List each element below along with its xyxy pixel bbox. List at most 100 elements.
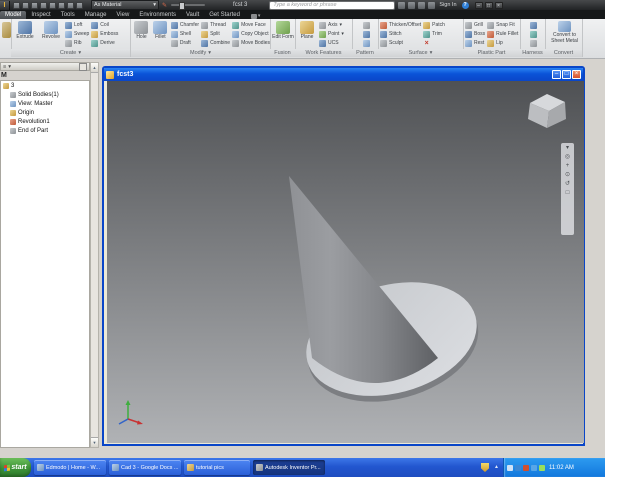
3d-viewport[interactable]: ▾ ◎ + ⊙ ↺ □	[107, 81, 584, 443]
snap-fit-button[interactable]: Snap Fit	[487, 21, 518, 29]
edit-form-button[interactable]: Edit Form	[272, 20, 294, 41]
tree-item-end-of-part[interactable]: End of Part	[1, 126, 89, 135]
print-icon[interactable]	[58, 2, 65, 9]
harness-route-button[interactable]	[530, 21, 537, 29]
help-icon[interactable]: ?	[462, 2, 469, 9]
steering-wheel-icon[interactable]: ◎	[565, 154, 570, 160]
scroll-up-icon[interactable]: ▲	[91, 63, 98, 73]
lip-button[interactable]: Lip	[487, 39, 518, 47]
undo-icon[interactable]	[40, 2, 47, 9]
boss-button[interactable]: Boss	[465, 30, 485, 38]
tab-inspect[interactable]: Inspect	[26, 11, 55, 19]
tab-tools[interactable]: Tools	[56, 11, 80, 19]
move-face-button[interactable]: Move Face	[232, 21, 270, 29]
rib-button[interactable]: Rib	[65, 39, 89, 47]
move-bodies-button[interactable]: Move Bodies	[232, 39, 270, 47]
combine-button[interactable]: Combine	[201, 39, 230, 47]
surface-panel-label[interactable]: Surface▾	[378, 49, 463, 57]
scroll-down-icon[interactable]: ▼	[91, 437, 98, 447]
tray-alert-icon[interactable]	[523, 465, 529, 471]
trim-button[interactable]: Trim	[423, 30, 445, 38]
redo-icon[interactable]	[49, 2, 56, 9]
slider-knob[interactable]	[179, 2, 185, 10]
circular-pattern-button[interactable]	[363, 30, 370, 38]
tray-network-icon[interactable]	[515, 465, 521, 471]
revolve-button[interactable]: Revolve	[39, 20, 63, 41]
doc-minimize-button[interactable]: –	[552, 70, 561, 79]
copy-object-button[interactable]: Copy Object	[232, 30, 270, 38]
sign-in-link[interactable]: Sign In	[439, 2, 456, 8]
tree-item-view-master[interactable]: View: Master	[1, 99, 89, 108]
thread-button[interactable]: Thread	[201, 21, 230, 29]
tray-antivirus-icon[interactable]	[539, 465, 545, 471]
patch-button[interactable]: Patch	[423, 21, 445, 29]
orbit-icon[interactable]: ↺	[565, 181, 570, 187]
search-input[interactable]	[269, 1, 395, 10]
viewcube[interactable]	[520, 89, 572, 135]
sketch-icon[interactable]	[2, 22, 11, 38]
axis-button[interactable]: Axis▾	[319, 21, 344, 29]
create-panel-label[interactable]: Create▾	[11, 49, 130, 57]
look-at-icon[interactable]: □	[566, 190, 570, 196]
save-icon[interactable]	[31, 2, 38, 9]
user-icon[interactable]	[428, 2, 435, 9]
fillet-button[interactable]: Fillet	[152, 20, 169, 41]
tree-item-solid-bodies[interactable]: Solid Bodies(1)	[1, 90, 89, 99]
stitch-button[interactable]: Stitch	[380, 30, 421, 38]
convert-to-sheet-metal-button[interactable]: Convert to Sheet Metal	[547, 20, 583, 44]
loft-button[interactable]: Loft	[65, 21, 89, 29]
appearance-slider[interactable]	[171, 4, 205, 6]
plane-button[interactable]: Plane	[297, 20, 317, 41]
tab-manage[interactable]: Manage	[80, 11, 112, 19]
tab-model[interactable]: Model	[0, 11, 26, 19]
tree-item-revolution1[interactable]: Revolution1	[1, 117, 89, 126]
chevron-down-icon[interactable]: ▾	[8, 64, 11, 70]
derive-button[interactable]: Derive	[91, 39, 118, 47]
doc-close-button[interactable]: ×	[572, 70, 581, 79]
delete-face-button[interactable]: ×	[423, 39, 445, 47]
harness-wire-button[interactable]	[530, 39, 537, 47]
close-button[interactable]: ×	[495, 2, 503, 9]
browser-scrollbar[interactable]: ▲ ▼	[90, 62, 99, 448]
new-icon[interactable]	[13, 2, 20, 9]
minimize-button[interactable]: –	[475, 2, 483, 9]
rule-fillet-button[interactable]: Rule Fillet	[487, 30, 518, 38]
taskbar-button-tutorial-pics[interactable]: tutorial pics	[184, 460, 250, 475]
taskbar-button-google-docs[interactable]: Cad 3 - Google Docs ...	[109, 460, 181, 475]
tree-item-origin[interactable]: Origin	[1, 108, 89, 117]
update-icon[interactable]	[67, 2, 74, 9]
tray-volume-icon[interactable]	[507, 465, 513, 471]
tray-expand-icon[interactable]: ▲	[494, 464, 499, 470]
appearance-pen-icon[interactable]: ✎	[162, 2, 167, 9]
zoom-icon[interactable]: ⊙	[565, 172, 570, 178]
document-titlebar[interactable]: fcst3 – □ ×	[104, 68, 583, 81]
taskbar-button-inventor[interactable]: Autodesk Inventor Pr...	[253, 460, 325, 475]
maximize-button[interactable]: □	[485, 2, 493, 9]
chamfer-button[interactable]: Chamfer	[171, 21, 199, 29]
coil-button[interactable]: Coil	[91, 21, 118, 29]
rest-button[interactable]: Rest	[465, 39, 485, 47]
mirror-button[interactable]	[363, 39, 370, 47]
select-icon[interactable]	[76, 2, 83, 9]
point-button[interactable]: Point▾	[319, 30, 344, 38]
pin-icon[interactable]	[79, 63, 87, 71]
pan-icon[interactable]: +	[566, 163, 570, 169]
tree-root[interactable]: 3	[1, 81, 89, 90]
ucs-button[interactable]: UCS	[319, 39, 344, 47]
material-dropdown[interactable]: As Material ▾	[91, 0, 159, 10]
search-options-icon[interactable]	[398, 2, 405, 9]
sculpt-button[interactable]: Sculpt	[380, 39, 421, 47]
tray-app-icon[interactable]	[531, 465, 537, 471]
security-shield-icon[interactable]	[481, 463, 489, 472]
draft-button[interactable]: Draft	[171, 39, 199, 47]
tab-environments[interactable]: Environments	[134, 11, 181, 19]
thicken-offset-button[interactable]: Thicken/Offset	[380, 21, 421, 29]
harness-segment-button[interactable]	[530, 30, 537, 38]
rectangular-pattern-button[interactable]	[363, 21, 370, 29]
modify-panel-label[interactable]: Modify▾	[131, 49, 270, 57]
emboss-button[interactable]: Emboss	[91, 30, 118, 38]
menu-icon[interactable]: ≡	[3, 64, 6, 70]
browser-header[interactable]: ≡ ▾	[0, 62, 90, 71]
open-icon[interactable]	[22, 2, 29, 9]
tab-view[interactable]: View	[111, 11, 134, 19]
